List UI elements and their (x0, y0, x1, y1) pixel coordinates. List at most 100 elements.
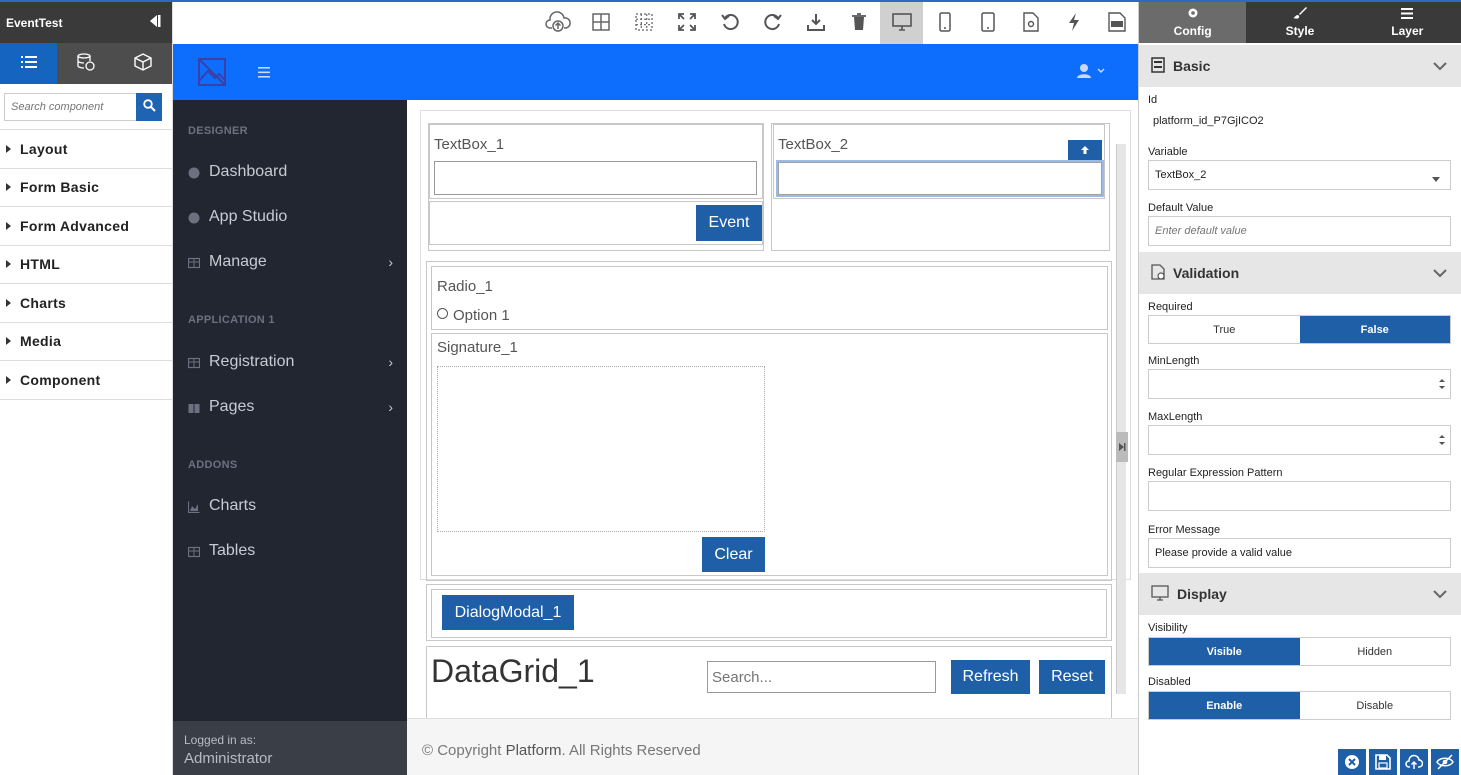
error-message-label: Error Message (1148, 524, 1221, 536)
file-settings-button[interactable] (1009, 2, 1052, 44)
sidebar-item-registration[interactable]: Registration › (187, 353, 393, 371)
undo-button[interactable] (708, 2, 751, 44)
disabled-disable-option[interactable]: Disable (1300, 692, 1451, 719)
section-title: Display (1177, 586, 1227, 602)
sidebar-item-charts[interactable]: Charts (187, 497, 393, 515)
publish-button[interactable] (1400, 749, 1428, 775)
sidebar-item-label: Dashboard (209, 163, 288, 180)
textbox2-input[interactable] (778, 162, 1102, 195)
tab-config[interactable]: Config (1139, 2, 1247, 43)
variable-label: Variable (1148, 146, 1188, 158)
reset-button[interactable]: Reset (1039, 660, 1105, 694)
download-button[interactable] (794, 2, 837, 44)
hamburger-menu-icon[interactable] (258, 66, 270, 81)
id-value: platform_id_P7GjICO2 (1153, 115, 1264, 127)
sidebar-item-label: Charts (209, 497, 257, 514)
radio-container[interactable] (431, 266, 1108, 330)
error-message-input[interactable]: Please provide a valid value (1148, 538, 1451, 568)
dropdown-arrow-icon (1432, 173, 1440, 185)
variable-value: TextBox_2 (1155, 169, 1207, 181)
cloud-upload-button[interactable] (536, 2, 579, 44)
mobile-view-button[interactable] (923, 2, 966, 44)
close-button[interactable] (1338, 749, 1366, 775)
collapse-panel-icon[interactable] (146, 13, 162, 32)
scroll-handle[interactable] (1116, 432, 1128, 462)
maxlength-input[interactable] (1148, 425, 1451, 455)
sidebar-item-pages[interactable]: Pages › (188, 398, 393, 416)
sidebar-item-tables[interactable]: Tables (187, 542, 393, 560)
events-button[interactable] (1052, 2, 1095, 44)
radio-option1-label: Option 1 (453, 307, 510, 324)
tab-style[interactable]: Style (1246, 2, 1353, 43)
visibility-hidden-option[interactable]: Hidden (1300, 638, 1451, 665)
signature-pad[interactable] (437, 366, 765, 532)
section-validation-header[interactable]: Validation (1139, 252, 1461, 294)
datagrid-search-input[interactable] (707, 661, 936, 693)
save-button[interactable] (1369, 749, 1397, 775)
visibility-visible-option[interactable]: Visible (1149, 638, 1300, 665)
sidebar-item-dashboard[interactable]: Dashboard (188, 163, 393, 181)
category-label: Charts (20, 294, 67, 311)
database-tab[interactable] (57, 43, 115, 84)
minlength-input[interactable] (1148, 369, 1451, 399)
move-up-button[interactable] (1068, 140, 1102, 161)
refresh-button[interactable]: Refresh (951, 660, 1030, 694)
textbox1-label: TextBox_1 (434, 136, 505, 153)
section-basic-header[interactable]: Basic (1139, 45, 1461, 87)
default-value-input[interactable] (1148, 216, 1451, 246)
chevron-down-icon (1433, 58, 1447, 74)
signature-label: Signature_1 (437, 339, 518, 356)
delete-button[interactable] (837, 2, 880, 44)
category-layout[interactable]: Layout (0, 130, 172, 169)
variable-select[interactable]: TextBox_2 (1148, 160, 1451, 190)
section-display-header[interactable]: Display (1139, 573, 1461, 615)
grid-layout-button[interactable] (579, 2, 622, 44)
brush-icon (1292, 7, 1307, 22)
regex-input[interactable] (1148, 481, 1451, 511)
area-chart-icon (187, 500, 200, 514)
category-charts[interactable]: Charts (0, 284, 172, 323)
caret-right-icon (6, 375, 11, 384)
required-false-option[interactable]: False (1299, 316, 1450, 343)
category-media[interactable]: Media (0, 323, 172, 361)
palette-icon (188, 211, 200, 224)
table-icon (187, 256, 201, 269)
radio-option1-button[interactable] (437, 308, 448, 319)
desktop-view-button[interactable] (880, 2, 923, 44)
panel-header: EventTest (0, 2, 172, 43)
category-html[interactable]: HTML (0, 246, 172, 284)
tablet-view-button[interactable] (966, 2, 1009, 44)
maxlength-label: MaxLength (1148, 411, 1203, 423)
bars-icon (1401, 7, 1414, 22)
caret-right-icon (6, 221, 11, 230)
redo-button[interactable] (751, 2, 794, 44)
default-value-label: Default Value (1148, 202, 1214, 214)
dotted-grid-button[interactable] (622, 2, 665, 44)
hide-button[interactable] (1431, 749, 1459, 775)
spinner-icon (1439, 434, 1445, 449)
category-form-basic[interactable]: Form Basic (0, 169, 172, 207)
disabled-enable-option[interactable]: Enable (1149, 692, 1300, 719)
search-component-input[interactable] (4, 92, 136, 121)
user-menu-icon[interactable] (1075, 63, 1105, 82)
textbox1-input[interactable] (434, 161, 757, 195)
fullscreen-button[interactable] (665, 2, 708, 44)
dialog-modal-button[interactable]: DialogModal_1 (442, 595, 574, 630)
sidebar-item-app-studio[interactable]: App Studio (188, 208, 393, 226)
package-tab[interactable] (114, 43, 172, 84)
required-true-option[interactable]: True (1149, 316, 1300, 343)
clear-button[interactable]: Clear (702, 537, 765, 572)
css-file-button[interactable] (1095, 2, 1138, 44)
tab-layer[interactable]: Layer (1354, 2, 1461, 43)
components-list-tab[interactable] (0, 43, 58, 84)
category-component[interactable]: Component (0, 361, 172, 400)
logged-in-label: Logged in as: (184, 733, 257, 747)
mobile-icon (938, 11, 951, 35)
search-button[interactable] (136, 92, 162, 121)
sidebar-item-manage[interactable]: Manage › (187, 253, 393, 271)
category-form-advanced[interactable]: Form Advanced (0, 207, 172, 246)
properties-panel: Config Style Layer Basic Id platform_id_… (1138, 2, 1461, 775)
canvas-scrollbar[interactable] (1116, 144, 1126, 694)
dotted-grid-icon (634, 12, 653, 34)
event-button[interactable]: Event (696, 205, 762, 241)
